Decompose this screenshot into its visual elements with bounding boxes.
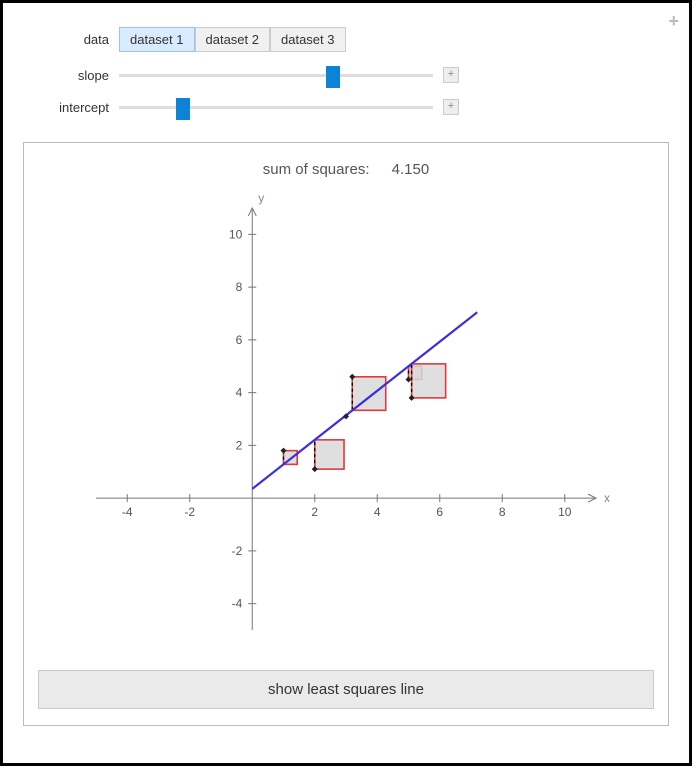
- svg-text:x: x: [604, 491, 610, 505]
- svg-text:8: 8: [499, 505, 506, 519]
- slider-track: [119, 74, 433, 77]
- svg-text:6: 6: [436, 505, 443, 519]
- intercept-label: intercept: [27, 100, 119, 115]
- svg-text:-4: -4: [232, 597, 243, 611]
- intercept-row: intercept +: [27, 98, 665, 116]
- sos-value: 4.150: [392, 161, 430, 178]
- scatter-plot: x y -4 -2 2 4 6 8 10 -4 -2 2 4 6 8 10: [66, 184, 626, 654]
- slope-slider[interactable]: [119, 66, 433, 84]
- sum-of-squares-readout: sum of squares: 4.150: [38, 161, 654, 178]
- data-label: data: [27, 32, 119, 47]
- intercept-slider[interactable]: [119, 98, 433, 116]
- dataset-option-3[interactable]: dataset 3: [270, 27, 346, 52]
- svg-text:-2: -2: [184, 505, 195, 519]
- slope-thumb[interactable]: [326, 66, 340, 88]
- expand-icon[interactable]: +: [668, 11, 679, 32]
- svg-text:10: 10: [558, 505, 572, 519]
- slider-track: [119, 106, 433, 109]
- slope-label: slope: [27, 68, 119, 83]
- show-least-squares-button[interactable]: show least squares line: [38, 670, 654, 709]
- svg-text:2: 2: [311, 505, 318, 519]
- svg-text:-2: -2: [232, 544, 243, 558]
- intercept-plus-icon[interactable]: +: [443, 99, 459, 115]
- svg-text:6: 6: [236, 333, 243, 347]
- dataset-row: data dataset 1dataset 2dataset 3: [27, 27, 665, 52]
- dataset-option-2[interactable]: dataset 2: [195, 27, 271, 52]
- svg-text:-4: -4: [122, 505, 133, 519]
- intercept-thumb[interactable]: [176, 98, 190, 120]
- svg-text:10: 10: [229, 227, 243, 241]
- controls-panel: data dataset 1dataset 2dataset 3 slope +…: [23, 21, 669, 142]
- svg-text:8: 8: [236, 280, 243, 294]
- svg-text:y: y: [258, 191, 264, 205]
- dataset-setter[interactable]: dataset 1dataset 2dataset 3: [119, 27, 346, 52]
- slope-row: slope +: [27, 66, 665, 84]
- dataset-option-1[interactable]: dataset 1: [119, 27, 195, 52]
- app-window: + data dataset 1dataset 2dataset 3 slope…: [0, 0, 692, 766]
- plot-stage: sum of squares: 4.150 x y -4 -2 2 4 6 8 10 -4 -2 2 4…: [23, 142, 669, 726]
- sos-label: sum of squares:: [263, 161, 370, 178]
- svg-text:4: 4: [374, 505, 381, 519]
- svg-text:2: 2: [236, 438, 243, 452]
- svg-text:4: 4: [236, 386, 243, 400]
- slope-plus-icon[interactable]: +: [443, 67, 459, 83]
